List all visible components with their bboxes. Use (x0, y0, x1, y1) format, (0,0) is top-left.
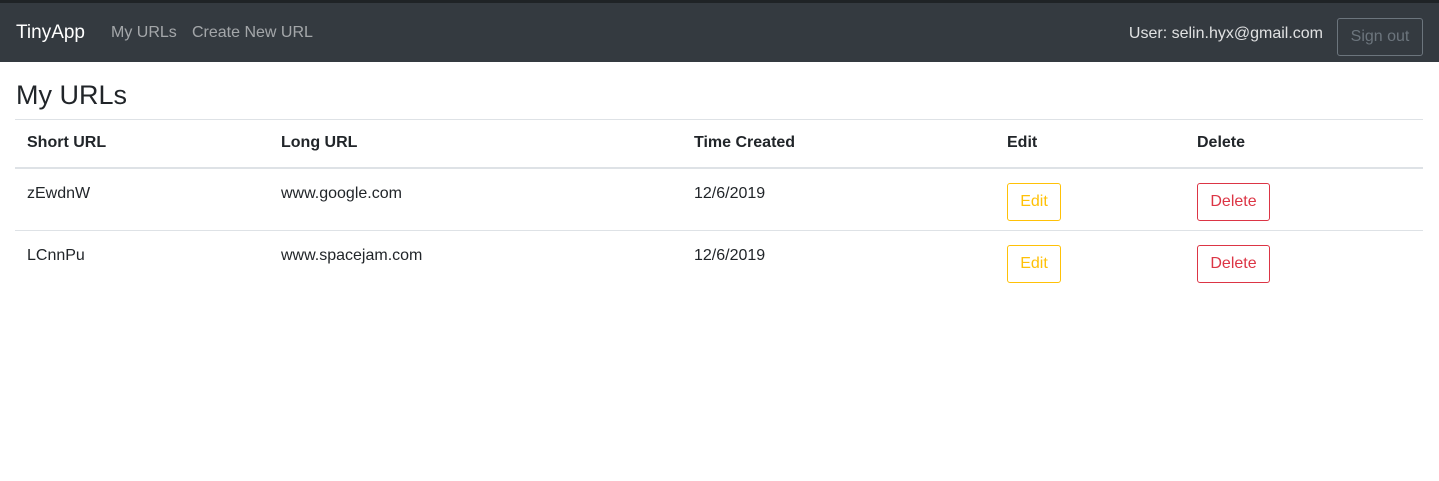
column-header-edit: Edit (995, 119, 1185, 169)
column-header-long-url: Long URL (269, 119, 682, 169)
long-url-cell: www.google.com (281, 184, 402, 202)
nav-link-my-urls[interactable]: My URLs (111, 23, 177, 43)
column-header-time-created: Time Created (682, 119, 995, 169)
time-created-cell: 12/6/2019 (682, 230, 995, 294)
edit-button[interactable]: Edit (1007, 245, 1061, 283)
table-body: zEwdnW www.google.com 12/6/2019 Edit Del… (15, 168, 1423, 294)
long-url-cell: www.spacejam.com (269, 230, 682, 294)
table-row: zEwdnW www.google.com 12/6/2019 Edit Del… (15, 168, 1423, 231)
brand-link[interactable]: TinyApp (16, 22, 85, 44)
delete-cell: Delete (1185, 168, 1423, 231)
edit-button[interactable]: Edit (1007, 182, 1061, 221)
table-header-row: Short URL Long URL Time Created Edit Del… (15, 119, 1423, 169)
delete-cell: Delete (1185, 230, 1423, 294)
user-email-label: User: selin.hyx@gmail.com (1128, 25, 1323, 42)
column-header-short-url: Short URL (15, 119, 269, 169)
delete-button[interactable]: Delete (1197, 245, 1270, 283)
top-navbar: TinyApp My URLs Create New URL User: sel… (0, 0, 1439, 62)
urls-table: Short URL Long URL Time Created Edit Del… (15, 119, 1423, 294)
edit-cell: Edit (995, 168, 1185, 231)
delete-button[interactable]: Delete (1197, 182, 1270, 221)
time-created-cell: 12/6/2019 (694, 184, 766, 202)
column-header-delete: Delete (1185, 119, 1423, 169)
nav-link-create-new-url[interactable]: Create New URL (192, 23, 313, 43)
edit-cell: Edit (995, 230, 1185, 294)
page-title: My URLs (16, 80, 128, 110)
short-url-cell: LCnnPu (15, 230, 269, 294)
sign-out-button[interactable]: Sign out (1337, 18, 1423, 56)
short-url-cell: zEwdnW (27, 184, 91, 202)
table-row: LCnnPu www.spacejam.com 12/6/2019 Edit D… (15, 230, 1423, 294)
table-header: Short URL Long URL Time Created Edit Del… (15, 119, 1423, 169)
